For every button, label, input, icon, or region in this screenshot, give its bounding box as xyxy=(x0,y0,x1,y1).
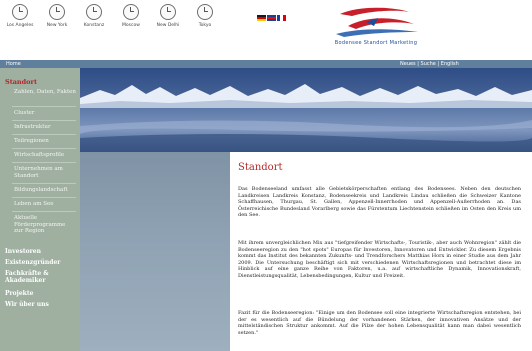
sidebar-item-standort[interactable]: Standort xyxy=(5,79,77,86)
english-flag-icon[interactable] xyxy=(267,15,276,21)
sidebar-item-infrastruktur[interactable]: Infrastruktur xyxy=(14,124,76,131)
language-flags xyxy=(257,15,287,21)
logo-wave xyxy=(336,29,418,37)
sidebar-divider xyxy=(12,106,76,107)
clock-city-label: Los Angeles xyxy=(6,23,34,28)
sidebar: Standort Zahlen, Daten, Fakten Cluster I… xyxy=(0,68,80,351)
clock-konstanz: Konstanz xyxy=(80,4,108,28)
french-flag-icon[interactable] xyxy=(277,15,286,21)
site-header: Los Angeles New York Konstanz Moscow New… xyxy=(0,0,532,54)
logo-swoosh-top xyxy=(340,7,410,16)
nav-utility-links[interactable]: Neues | Suche | English xyxy=(400,61,459,67)
sidebar-divider xyxy=(12,183,76,184)
sidebar-item-cluster[interactable]: Cluster xyxy=(14,110,76,117)
clock-icon xyxy=(49,4,65,20)
world-clocks: Los Angeles New York Konstanz Moscow New… xyxy=(6,4,228,28)
clock-city-label: Tokyo xyxy=(198,23,212,28)
content-paragraph-3: Fazit für die Bodenseeregion: "Einige um… xyxy=(238,310,521,336)
sidebar-divider xyxy=(12,211,76,212)
clock-icon xyxy=(197,4,213,20)
page: Los Angeles New York Konstanz Moscow New… xyxy=(0,0,532,351)
clock-icon xyxy=(123,4,139,20)
clock-los-angeles: Los Angeles xyxy=(6,4,34,28)
clock-new-delhi: New Delhi xyxy=(154,4,182,28)
content-paragraph-2: Mit ihrem unvergleichlichen Mix aus "tie… xyxy=(238,240,521,279)
sidebar-divider xyxy=(12,120,76,121)
sidebar-item-wir-ueber-uns[interactable]: Wir über uns xyxy=(5,301,77,308)
content-paragraph-1: Das Bodenseeland umfasst alle Gebietskör… xyxy=(238,186,521,219)
clock-city-label: New Delhi xyxy=(156,23,180,28)
page-title: Standort xyxy=(238,162,283,173)
sidebar-divider xyxy=(12,148,76,149)
clock-tokyo: Tokyo xyxy=(191,4,219,28)
nav-home-link[interactable]: Home xyxy=(6,61,21,67)
clock-city-label: New York xyxy=(46,23,68,28)
sidebar-item-bildungslandschaft[interactable]: Bildungslandschaft xyxy=(14,187,76,194)
sidebar-divider xyxy=(12,162,76,163)
clock-new-york: New York xyxy=(43,4,71,28)
clock-icon xyxy=(160,4,176,20)
clock-city-label: Konstanz xyxy=(83,23,105,28)
sidebar-item-projekte[interactable]: Projekte xyxy=(5,290,77,297)
logo-text: Bodensee Standort Marketing xyxy=(334,40,418,46)
sidebar-divider xyxy=(12,197,76,198)
sidebar-divider xyxy=(12,134,76,135)
sidebar-item-zahlen-daten-fakten[interactable]: Zahlen, Daten, Fakten xyxy=(14,89,76,96)
clock-icon xyxy=(12,4,28,20)
lake-panorama-image xyxy=(80,68,532,152)
clock-icon xyxy=(86,4,102,20)
german-flag-icon[interactable] xyxy=(257,15,266,21)
sidebar-item-investoren[interactable]: Investoren xyxy=(5,248,77,255)
main-content: Standort Das Bodenseeland umfasst alle G… xyxy=(233,152,528,351)
top-navbar: Home Neues | Suche | English xyxy=(0,60,532,68)
sidebar-item-wirtschaftsprofile[interactable]: Wirtschaftsprofile xyxy=(14,152,76,159)
clock-moscow: Moscow xyxy=(117,4,145,28)
sidebar-item-teilregionen[interactable]: Teilregionen xyxy=(14,138,76,145)
clock-city-label: Moscow xyxy=(122,23,140,28)
decorative-band xyxy=(80,152,230,351)
sidebar-item-unternehmen[interactable]: Unternehmen am Standort xyxy=(14,166,76,179)
bodensee-logo[interactable] xyxy=(318,4,436,44)
sidebar-item-fachkraefte[interactable]: Fachkräfte & Akademiker xyxy=(5,270,77,284)
sidebar-item-leben-am-see[interactable]: Leben am See xyxy=(14,201,76,208)
sidebar-item-foerderprogramme[interactable]: Aktuelle Förderprogramme zur Region xyxy=(14,215,76,235)
panorama-svg xyxy=(80,68,532,152)
logo-swoosh-middle xyxy=(348,18,414,29)
sidebar-item-existenzgruender[interactable]: Existenzgründer xyxy=(5,259,77,266)
